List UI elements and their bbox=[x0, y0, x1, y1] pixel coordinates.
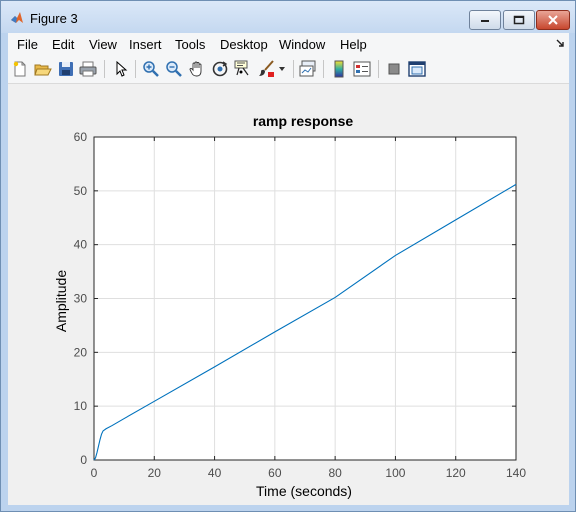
brush-button[interactable] bbox=[256, 59, 276, 79]
brush-icon bbox=[259, 60, 274, 77]
figure-window: Figure 3 File Edit View Insert Tools Des… bbox=[0, 0, 576, 512]
y-axis-label: Amplitude bbox=[53, 270, 69, 332]
print-icon bbox=[79, 61, 97, 77]
menu-view[interactable]: View bbox=[89, 37, 117, 52]
maximize-button[interactable] bbox=[503, 10, 535, 30]
print-button[interactable] bbox=[78, 59, 98, 79]
y-tick-label: 30 bbox=[74, 292, 88, 306]
rotate-3d-icon bbox=[212, 61, 228, 77]
menu-bar: File Edit View Insert Tools Desktop Wind… bbox=[8, 33, 569, 55]
close-button[interactable] bbox=[536, 10, 570, 30]
y-tick-label: 10 bbox=[74, 399, 88, 413]
insert-colorbar-button[interactable] bbox=[329, 59, 349, 79]
pointer-icon bbox=[116, 61, 128, 77]
matlab-app-icon bbox=[11, 12, 23, 23]
show-plot-tools-button[interactable] bbox=[407, 59, 427, 79]
new-figure-icon bbox=[13, 61, 26, 77]
menu-file[interactable]: File bbox=[17, 37, 38, 52]
brush-dropdown-icon bbox=[279, 67, 285, 71]
zoom-out-button[interactable] bbox=[164, 59, 184, 79]
minimize-button[interactable] bbox=[469, 10, 501, 30]
new-figure-button[interactable] bbox=[10, 59, 30, 79]
maximize-icon bbox=[513, 15, 525, 25]
y-tick-label: 0 bbox=[80, 453, 87, 467]
window-title: Figure 3 bbox=[30, 11, 78, 26]
figure-client-area: File Edit View Insert Tools Desktop Wind… bbox=[8, 33, 569, 505]
link-plot-icon bbox=[299, 60, 316, 77]
ramp-response-plot[interactable]: ramp response Time (seconds) Amplitude 0… bbox=[8, 84, 569, 505]
y-tick-label: 50 bbox=[74, 184, 88, 198]
x-tick-label: 60 bbox=[268, 466, 282, 480]
close-icon bbox=[548, 15, 558, 25]
y-tick-label: 60 bbox=[74, 130, 88, 144]
y-tick-label: 20 bbox=[74, 345, 88, 359]
edit-plot-button[interactable] bbox=[111, 59, 131, 79]
x-tick-label: 120 bbox=[446, 466, 466, 480]
x-tick-label: 80 bbox=[328, 466, 342, 480]
x-tick-label: 140 bbox=[506, 466, 526, 480]
open-file-icon bbox=[34, 64, 52, 76]
zoom-out-icon bbox=[166, 61, 182, 77]
brush-dropdown-button[interactable] bbox=[277, 59, 287, 79]
toolbar-separator bbox=[104, 60, 105, 78]
title-bar[interactable]: Figure 3 bbox=[1, 1, 575, 33]
figure-toolbar bbox=[8, 55, 569, 84]
toolbar-separator bbox=[378, 60, 379, 78]
x-axis-label: Time (seconds) bbox=[256, 483, 352, 499]
data-cursor-icon bbox=[234, 60, 249, 76]
save-icon bbox=[59, 62, 73, 76]
minimize-icon bbox=[481, 20, 489, 22]
menu-help[interactable]: Help bbox=[340, 37, 367, 52]
hide-plot-tools-button[interactable] bbox=[384, 59, 404, 79]
x-tick-label: 40 bbox=[208, 466, 222, 480]
y-tick-label: 40 bbox=[74, 238, 88, 252]
menu-edit[interactable]: Edit bbox=[52, 37, 74, 52]
figure-canvas[interactable]: ramp response Time (seconds) Amplitude 0… bbox=[8, 84, 569, 505]
pan-button[interactable] bbox=[187, 59, 207, 79]
x-tick-label: 100 bbox=[385, 466, 405, 480]
x-tick-label: 20 bbox=[148, 466, 162, 480]
chart-title: ramp response bbox=[253, 113, 354, 129]
pan-hand-icon bbox=[189, 61, 202, 77]
menu-tools[interactable]: Tools bbox=[175, 37, 205, 52]
toolbar-separator bbox=[293, 60, 294, 78]
open-file-button[interactable] bbox=[33, 59, 53, 79]
rotate-3d-button[interactable] bbox=[210, 59, 230, 79]
save-button[interactable] bbox=[56, 59, 76, 79]
toolbar-separator bbox=[323, 60, 324, 78]
hide-plot-tools-icon bbox=[388, 63, 400, 75]
insert-legend-button[interactable] bbox=[352, 59, 372, 79]
zoom-in-button[interactable] bbox=[141, 59, 161, 79]
menu-desktop[interactable]: Desktop bbox=[220, 37, 268, 52]
show-plot-tools-icon bbox=[408, 61, 426, 77]
data-cursor-button[interactable] bbox=[233, 59, 253, 79]
toolbar-separator bbox=[135, 60, 136, 78]
x-tick-label: 0 bbox=[91, 466, 98, 480]
zoom-in-icon bbox=[143, 61, 159, 77]
link-plot-button[interactable] bbox=[298, 59, 318, 79]
insert-legend-icon bbox=[353, 61, 371, 77]
insert-colorbar-icon bbox=[334, 60, 344, 78]
menu-insert[interactable]: Insert bbox=[129, 37, 162, 52]
menu-window[interactable]: Window bbox=[279, 37, 325, 52]
dock-figure-icon[interactable] bbox=[555, 38, 565, 48]
